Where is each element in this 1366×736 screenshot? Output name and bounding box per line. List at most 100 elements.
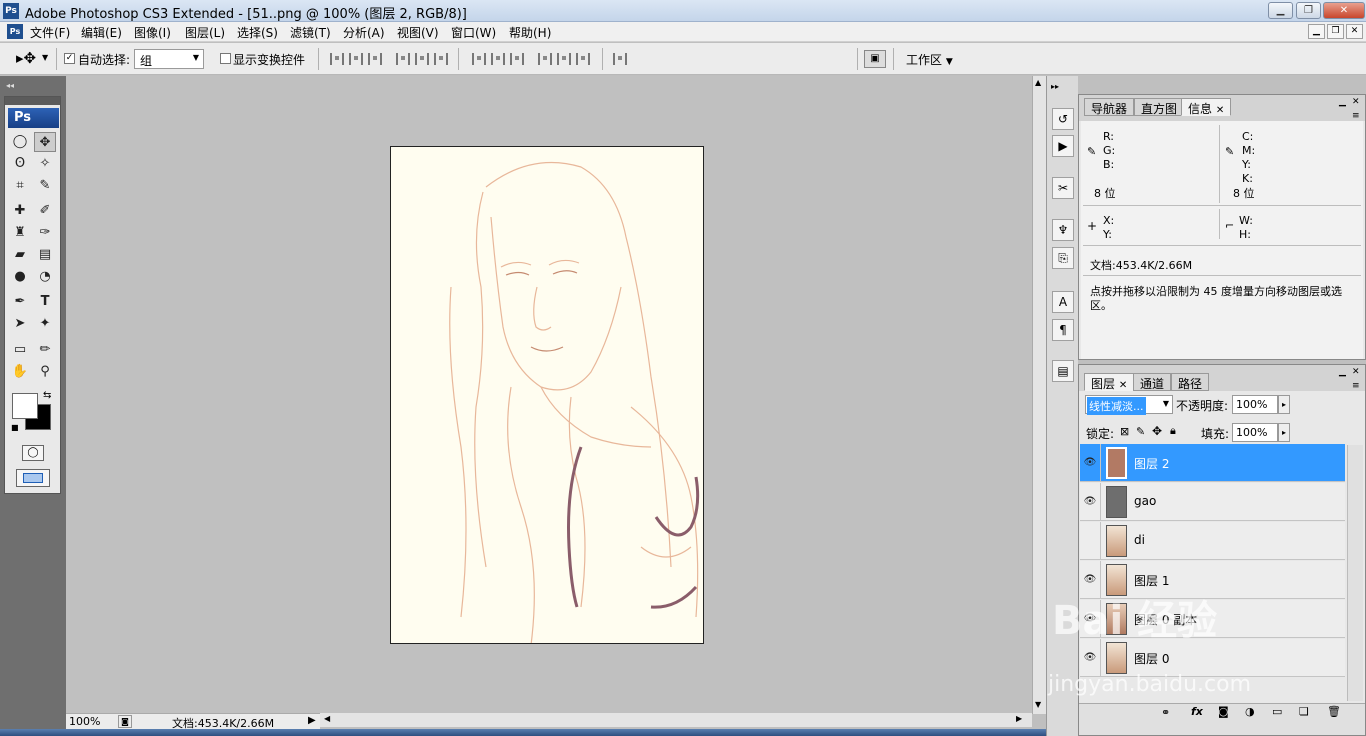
swap-colors-icon[interactable]: ⇆ (43, 390, 51, 401)
distribute-left-icon[interactable] (538, 53, 552, 65)
healing-brush-tool-icon[interactable]: ✚ (9, 201, 31, 221)
pen-tool-icon[interactable]: ✒ (9, 292, 31, 312)
scroll-left-icon[interactable]: ◀ (324, 714, 330, 723)
gradient-tool-icon[interactable]: ▤ (34, 245, 56, 265)
clone-stamp-tool-icon[interactable]: ♜ (9, 223, 31, 243)
lock-transparency-icon[interactable]: ⊠ (1120, 425, 1129, 438)
panel-minimize-icon[interactable]: ▁ (1339, 367, 1346, 377)
quick-mask-icon[interactable]: ◯ (22, 445, 44, 461)
new-layer-icon[interactable]: ❏ (1299, 705, 1309, 718)
distribute-right-icon[interactable] (576, 53, 590, 65)
fill-slider-arrow-icon[interactable]: ▸ (1278, 423, 1290, 442)
clone-source-panel-icon[interactable]: ⎘ (1052, 247, 1074, 269)
fill-input[interactable]: 100% (1232, 423, 1278, 442)
align-right-icon[interactable] (434, 53, 448, 65)
layer-name[interactable]: 图层 0 (1134, 650, 1169, 667)
scroll-up-icon[interactable]: ▲ (1035, 78, 1041, 87)
menu-window[interactable]: 窗口(W) (451, 24, 496, 41)
tab-channels[interactable]: 通道 (1133, 373, 1172, 391)
panel-menu-icon[interactable]: ≡ (1352, 111, 1360, 121)
doc-restore-button[interactable]: ❐ (1327, 24, 1344, 39)
history-brush-tool-icon[interactable]: ✑ (34, 223, 56, 243)
layer-name[interactable]: 图层 1 (1134, 572, 1169, 589)
align-vcenter-icon[interactable] (349, 53, 363, 65)
auto-align-layers-icon[interactable] (613, 53, 627, 65)
document-canvas[interactable] (390, 146, 704, 644)
menu-edit[interactable]: 编辑(E) (81, 24, 122, 41)
file-browser-icon[interactable]: ▣ (864, 50, 886, 68)
minimize-button[interactable]: ▁ (1268, 2, 1293, 19)
menu-layer[interactable]: 图层(L) (185, 24, 225, 41)
tab-info[interactable]: 信息 ✕ (1181, 98, 1232, 116)
tab-navigator[interactable]: 导航器 (1084, 98, 1135, 116)
menu-analysis[interactable]: 分析(A) (343, 24, 385, 41)
lasso-tool-icon[interactable]: ʘ (9, 154, 31, 174)
doc-close-button[interactable]: ✕ (1346, 24, 1363, 39)
menu-file[interactable]: 文件(F) (30, 24, 70, 41)
panel-close-icon[interactable]: ✕ (1352, 367, 1360, 377)
character-panel-icon[interactable]: A (1052, 291, 1074, 313)
distribute-bottom-icon[interactable] (510, 53, 524, 65)
layers-scrollbar[interactable] (1347, 445, 1363, 701)
hand-tool-icon[interactable]: ✋ (9, 362, 31, 382)
dodge-tool-icon[interactable]: ◔ (34, 267, 56, 287)
default-colors-icon[interactable]: ■ (11, 423, 19, 432)
close-button[interactable]: ✕ (1323, 2, 1365, 19)
magic-wand-tool-icon[interactable]: ✧ (34, 154, 56, 174)
marquee-tool-icon[interactable]: ◯ (9, 132, 31, 152)
workspace-button[interactable]: 工作区 ▼ (906, 51, 953, 68)
new-group-icon[interactable]: ▭ (1272, 705, 1282, 718)
auto-select-checkbox[interactable]: ✓ (64, 53, 75, 64)
lock-pixels-icon[interactable]: ✎ (1136, 425, 1145, 438)
close-tab-icon[interactable]: ✕ (1119, 380, 1127, 391)
visibility-eye-icon[interactable]: 👁︎ (1080, 444, 1101, 482)
eyedropper-tool-icon[interactable]: ✏ (34, 340, 56, 360)
scroll-right-icon[interactable]: ▶ (1016, 714, 1022, 723)
layer-name[interactable]: gao (1134, 494, 1156, 508)
path-selection-tool-icon[interactable]: ➤ (9, 314, 31, 334)
history-panel-icon[interactable]: ↺ (1052, 108, 1074, 130)
add-mask-icon[interactable]: ◙ (1218, 705, 1229, 718)
vertical-scrollbar[interactable]: ▲ ▼ (1032, 76, 1046, 714)
toolbox-header[interactable] (5, 97, 60, 105)
delete-layer-icon[interactable]: 🗑︎ (1327, 705, 1341, 718)
layer-name[interactable]: di (1134, 533, 1145, 547)
status-preview-icon[interactable]: ◙ (118, 715, 132, 728)
maximize-button[interactable]: ❐ (1296, 2, 1321, 19)
link-layers-icon[interactable]: ⚭ (1161, 706, 1170, 719)
distribute-hcenter-icon[interactable] (557, 53, 571, 65)
eraser-tool-icon[interactable]: ▰ (9, 245, 31, 265)
tab-layers[interactable]: 图层 ✕ (1084, 373, 1135, 391)
panel-close-icon[interactable]: ✕ (1352, 97, 1360, 107)
align-hcenter-icon[interactable] (415, 53, 429, 65)
status-menu-arrow-icon[interactable]: ▶ (308, 715, 316, 726)
opacity-slider-arrow-icon[interactable]: ▸ (1278, 395, 1290, 414)
layer-comps-panel-icon[interactable]: ▤ (1052, 360, 1074, 382)
zoom-tool-icon[interactable]: ⚲ (34, 362, 56, 382)
move-tool-icon[interactable]: ▸✥ (16, 49, 36, 67)
layer-style-icon[interactable]: fx (1191, 705, 1203, 718)
type-tool-icon[interactable]: T (34, 292, 56, 312)
custom-shape-tool-icon[interactable]: ✦ (34, 314, 56, 334)
close-tab-icon[interactable]: ✕ (1216, 105, 1224, 116)
doc-minimize-button[interactable]: ▁ (1308, 24, 1325, 39)
distribute-top-icon[interactable] (472, 53, 486, 65)
menu-image[interactable]: 图像(I) (134, 24, 171, 41)
layer-row[interactable]: 👁︎ gao (1080, 483, 1345, 521)
menu-select[interactable]: 选择(S) (237, 24, 278, 41)
align-left-icon[interactable] (396, 53, 410, 65)
lock-position-icon[interactable]: ✥ (1152, 424, 1162, 438)
tab-paths[interactable]: 路径 (1171, 373, 1210, 391)
scroll-down-icon[interactable]: ▼ (1035, 700, 1041, 709)
show-transform-checkbox[interactable] (220, 53, 231, 64)
align-bottom-icon[interactable] (368, 53, 382, 65)
slice-tool-icon[interactable]: ✎ (34, 176, 56, 196)
move-tool-icon[interactable]: ✥ (34, 132, 56, 152)
zoom-level[interactable]: 100% (69, 715, 100, 728)
visibility-toggle-off[interactable] (1080, 522, 1101, 560)
opacity-input[interactable]: 100% (1232, 395, 1278, 414)
foreground-color-swatch[interactable] (12, 393, 38, 419)
layer-row[interactable]: 👁︎ 图层 2 (1080, 444, 1345, 482)
distribute-vcenter-icon[interactable] (491, 53, 505, 65)
paragraph-panel-icon[interactable]: ¶ (1052, 319, 1074, 341)
